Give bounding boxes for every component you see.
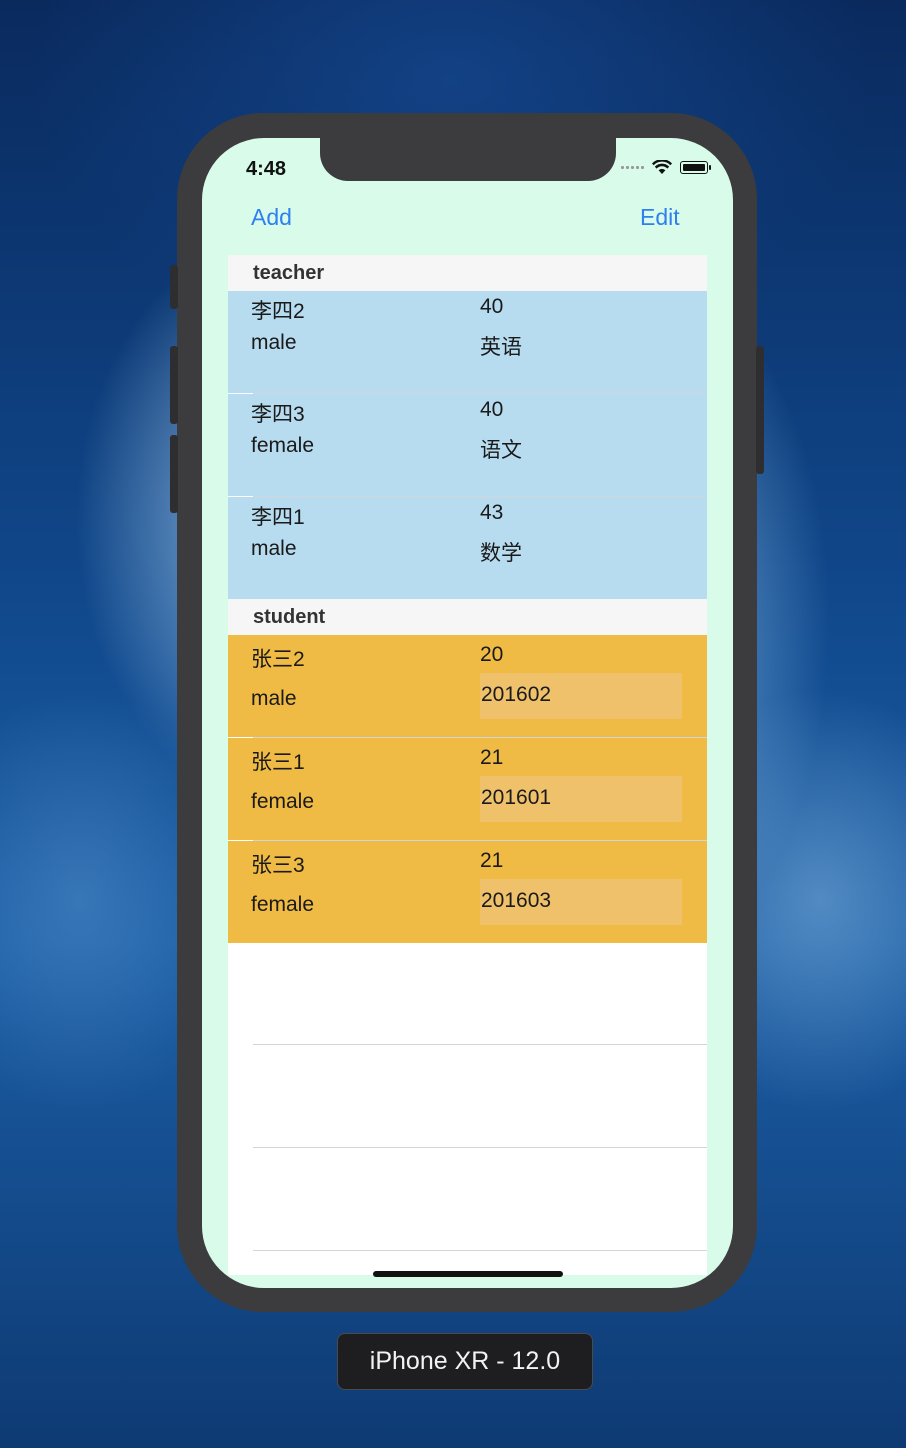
section-header-teacher: teacher	[228, 255, 707, 291]
gender-label: female	[251, 893, 315, 916]
battery-icon	[680, 161, 708, 174]
volume-down-button	[170, 435, 178, 513]
section-title: teacher	[253, 262, 325, 284]
status-time: 4:48	[246, 158, 287, 180]
simulator-device-label: iPhone XR - 12.0	[337, 1333, 593, 1390]
age-label: 20	[480, 643, 504, 666]
age-label: 21	[480, 849, 504, 872]
empty-row-separator	[253, 1147, 707, 1148]
volume-up-button	[170, 346, 178, 424]
gender-label: female	[251, 790, 315, 813]
student-number-value: 201603	[481, 889, 552, 912]
age-label: 40	[480, 295, 504, 318]
table-row[interactable]: 张三2 20 male 201602	[228, 635, 707, 737]
gender-label: male	[251, 537, 297, 560]
table-view[interactable]: teacher 李四2 40 male 英语 李四3 40 female 语文 …	[228, 255, 707, 1275]
power-button	[756, 346, 764, 474]
battery-cap	[709, 165, 711, 170]
wifi-icon	[652, 160, 672, 174]
gender-label: female	[251, 434, 315, 457]
empty-row-separator	[253, 1250, 707, 1251]
home-indicator[interactable]	[373, 1271, 563, 1277]
cellular-signal-icon	[621, 166, 644, 169]
subject-label: 数学	[480, 542, 522, 565]
notch	[320, 138, 616, 181]
table-row[interactable]: 李四1 43 male 数学	[228, 497, 707, 599]
name-label: 李四2	[251, 300, 305, 323]
name-label: 李四3	[251, 403, 305, 426]
silent-switch	[170, 265, 178, 309]
name-label: 李四1	[251, 506, 305, 529]
name-label: 张三3	[251, 854, 305, 877]
student-number-value: 201602	[481, 683, 552, 706]
student-number-value: 201601	[481, 786, 552, 809]
name-label: 张三1	[251, 751, 305, 774]
section-header-student: student	[228, 599, 707, 635]
age-label: 21	[480, 746, 504, 769]
gender-label: male	[251, 687, 297, 710]
subject-label: 语文	[480, 439, 522, 462]
age-label: 40	[480, 398, 504, 421]
name-label: 张三2	[251, 648, 305, 671]
table-row[interactable]: 张三3 21 female 201603	[228, 841, 707, 943]
table-row[interactable]: 张三1 21 female 201601	[228, 738, 707, 840]
status-icons	[621, 160, 711, 175]
edit-button[interactable]: Edit	[640, 204, 680, 231]
student-number-field[interactable]: 201602	[480, 673, 682, 719]
student-number-field[interactable]: 201601	[480, 776, 682, 822]
section-title: student	[253, 606, 326, 628]
student-number-field[interactable]: 201603	[480, 879, 682, 925]
subject-label: 英语	[480, 336, 522, 359]
device-screen: 4:48 Add Edit teacher 李四2 40 male 英语 李四3…	[202, 138, 733, 1288]
table-row[interactable]: 李四3 40 female 语文	[228, 394, 707, 496]
table-row[interactable]: 李四2 40 male 英语	[228, 291, 707, 393]
gender-label: male	[251, 331, 297, 354]
empty-row-separator	[253, 1044, 707, 1045]
age-label: 43	[480, 501, 504, 524]
add-button[interactable]: Add	[251, 204, 292, 231]
